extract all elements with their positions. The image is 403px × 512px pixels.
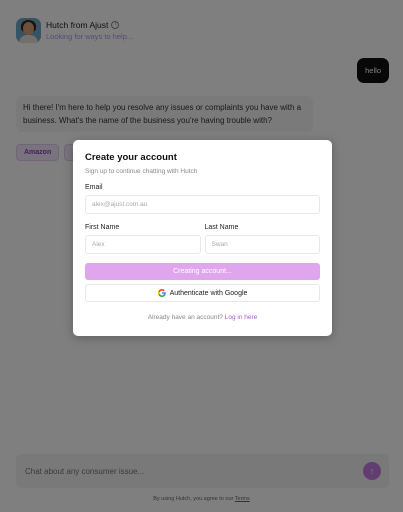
last-name-group: Last Name [204, 224, 320, 254]
create-account-modal: Create your account Sign up to continue … [73, 140, 332, 336]
name-row: First Name Last Name [85, 224, 320, 254]
modal-title: Create your account [85, 152, 177, 163]
login-prompt: Already have an account? [147, 314, 223, 321]
email-field[interactable] [85, 195, 320, 214]
google-icon [157, 289, 166, 297]
google-auth-label: Authenticate with Google [169, 289, 248, 297]
last-name-field[interactable] [204, 235, 320, 254]
first-name-group: First Name [85, 224, 201, 254]
login-row: Already have an account? Log in here [85, 314, 320, 321]
last-name-label: Last Name [204, 224, 239, 231]
modal-subtitle: Sign up to continue chatting with Hutch [85, 168, 198, 175]
first-name-label: First Name [85, 224, 120, 231]
login-link[interactable]: Log in here [225, 314, 258, 321]
create-account-button[interactable]: Creating account... [85, 263, 320, 280]
first-name-field[interactable] [85, 235, 201, 254]
email-label: Email [85, 184, 103, 191]
google-auth-button[interactable]: Authenticate with Google [85, 284, 320, 302]
